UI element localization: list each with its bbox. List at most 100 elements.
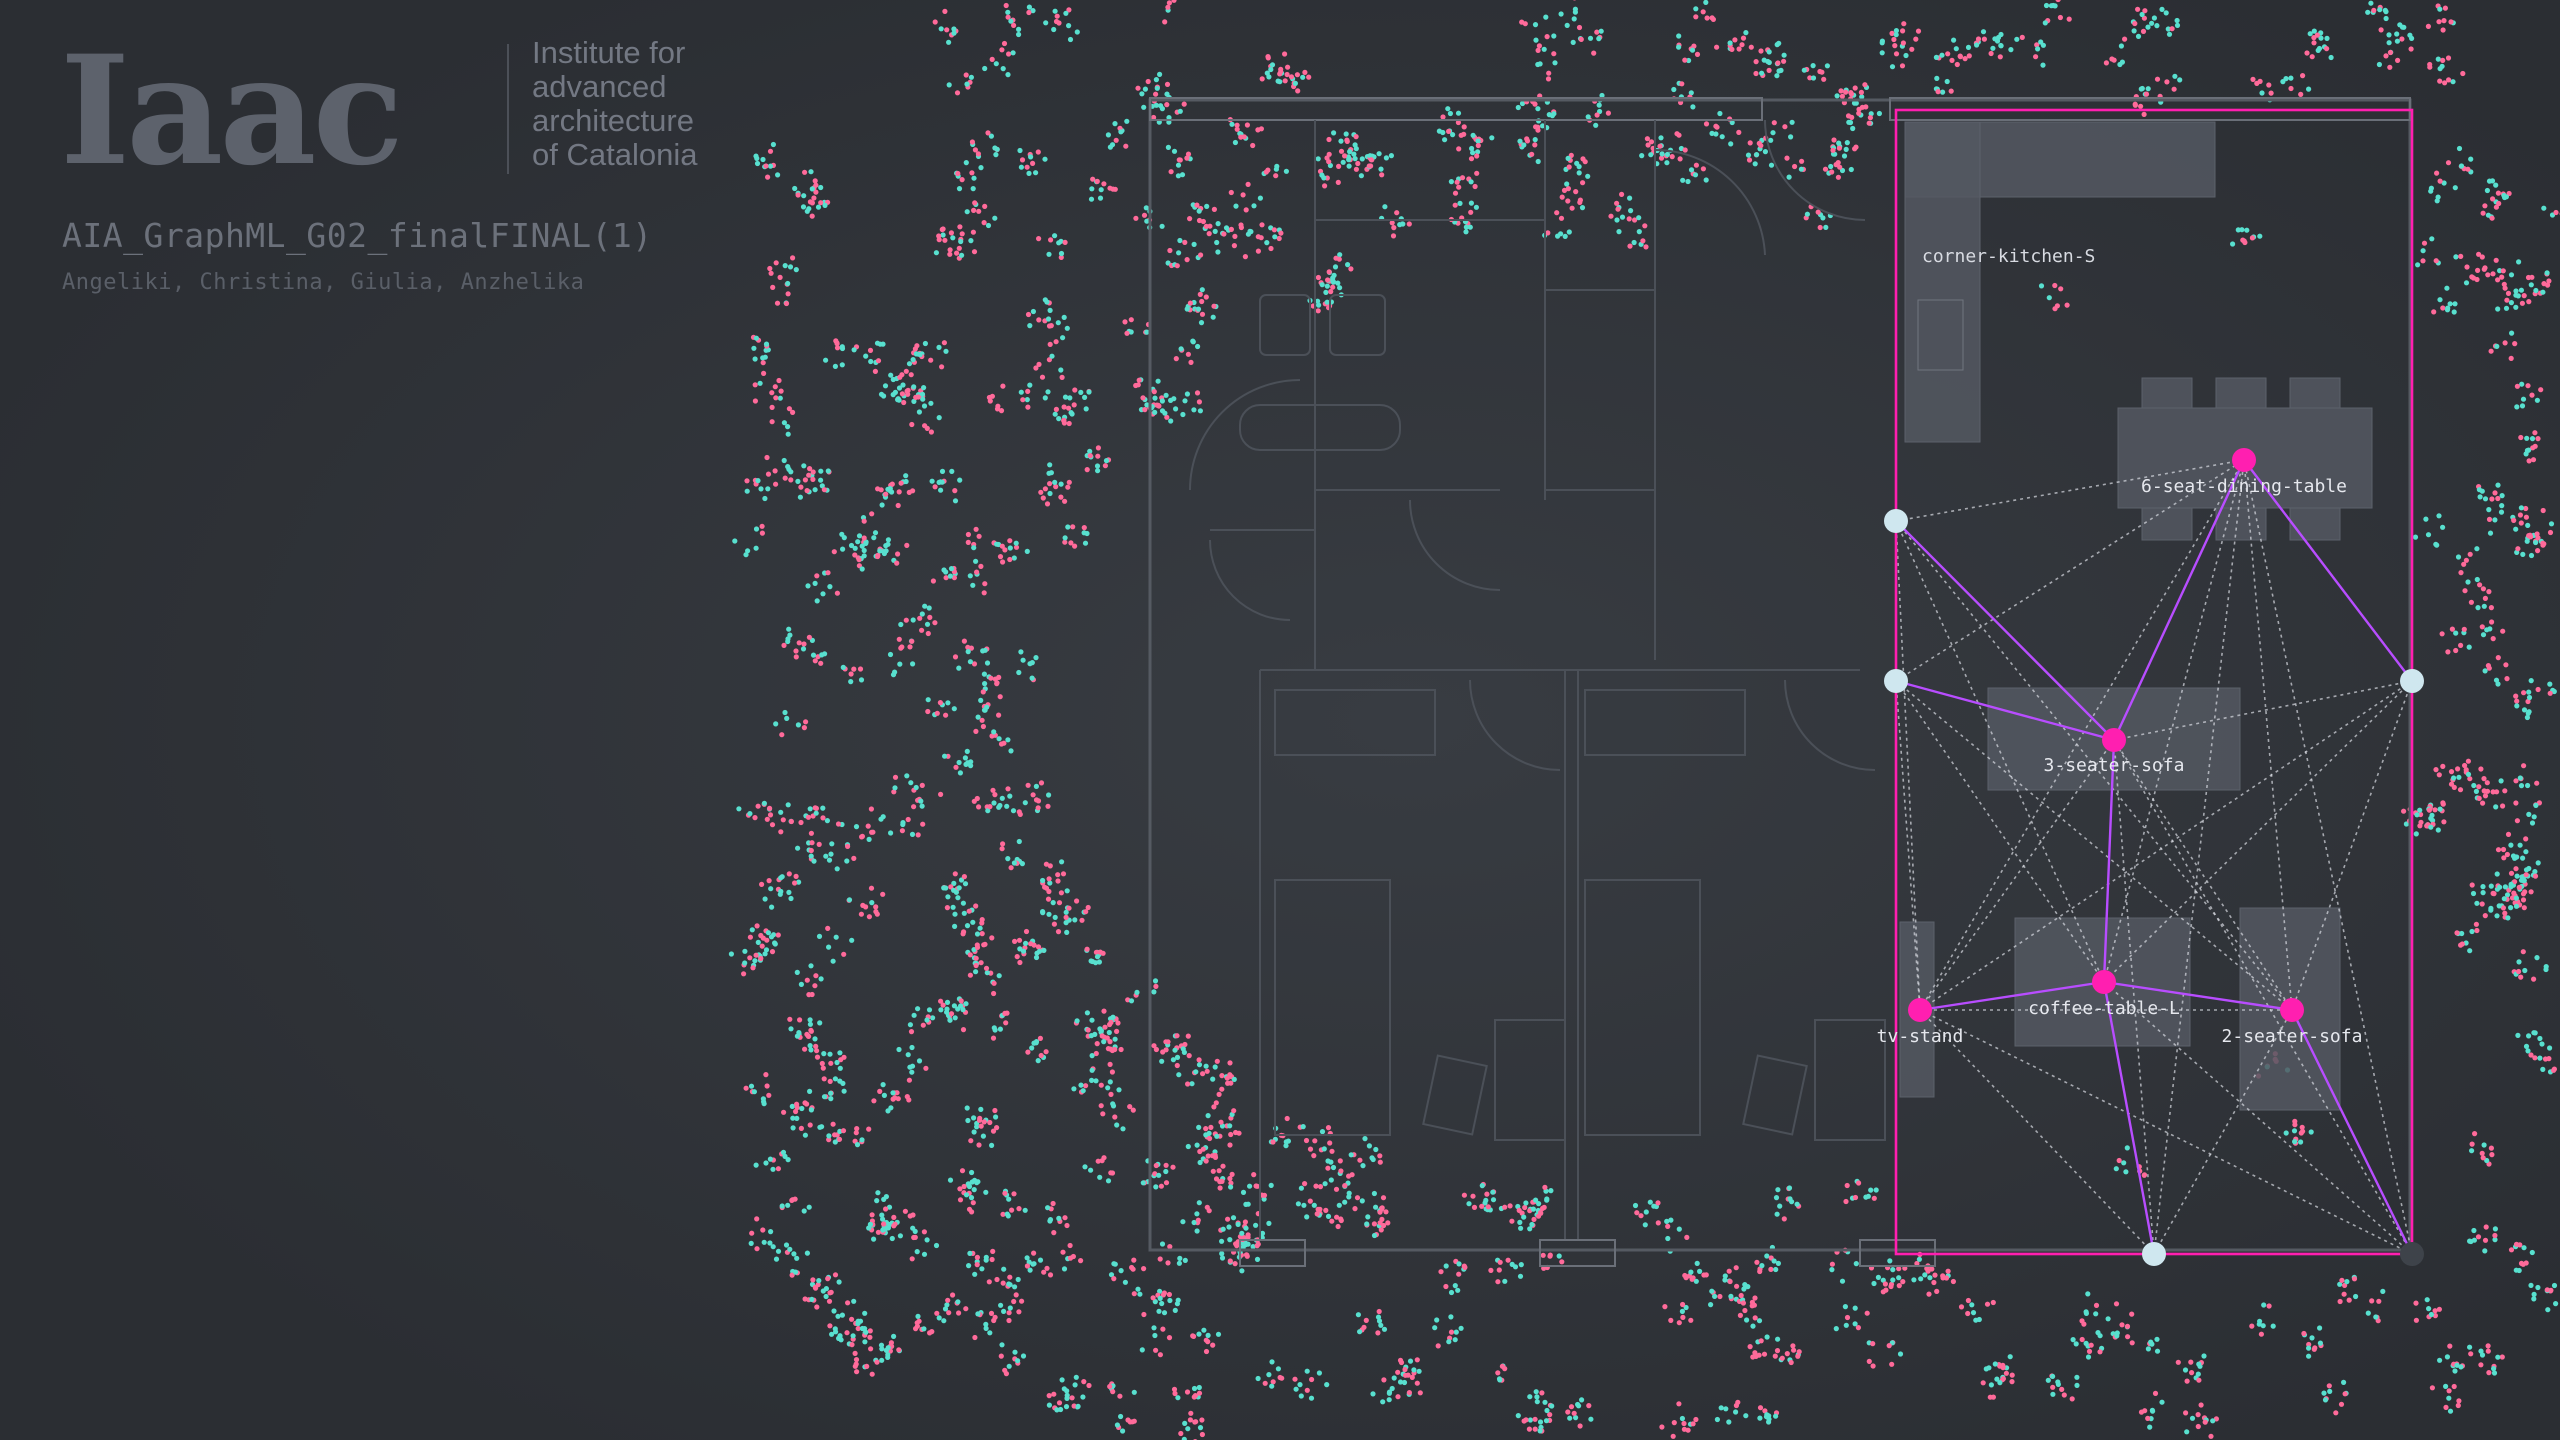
particle-dot — [2159, 6, 2165, 12]
particle-dot — [1052, 479, 1058, 485]
particle-dot — [844, 858, 850, 864]
particle-dot — [2495, 306, 2501, 312]
particle-dot — [2145, 1415, 2151, 1421]
particle-dot — [2469, 928, 2475, 935]
particle-dot — [764, 937, 770, 943]
particle-dot — [927, 614, 933, 621]
particle-dot — [864, 1363, 870, 1369]
particle-dot — [1325, 1165, 1331, 1171]
particle-dot — [969, 1209, 975, 1215]
particle-dot — [1323, 289, 1329, 295]
particle-dot — [2471, 1227, 2477, 1234]
particle-dot — [2528, 1282, 2534, 1288]
particle-dot — [752, 398, 759, 404]
particle-dot — [1745, 1284, 1751, 1290]
particle-dot — [759, 530, 766, 536]
particle-dot — [2124, 1323, 2131, 1329]
kitchen-counter-side — [1904, 121, 1981, 443]
particle-dot — [853, 1357, 860, 1363]
particle-dot — [2484, 788, 2491, 794]
particle-dot — [2147, 1424, 2153, 1430]
particle-dot — [1204, 1204, 1210, 1210]
particle-dot — [1295, 1201, 1301, 1207]
particle-dot — [2427, 61, 2433, 68]
particle-dot — [2512, 341, 2518, 347]
particle-dot — [1056, 1400, 1063, 1406]
particle-dot — [2326, 1383, 2332, 1389]
particle-dot — [1443, 1263, 1449, 1269]
particle-dot — [2495, 495, 2501, 502]
particle-dot — [1708, 1302, 1714, 1308]
particle-dot — [1452, 1337, 1458, 1343]
particle-dot — [817, 1020, 823, 1026]
particle-dot — [787, 1016, 793, 1022]
particle-dot — [825, 925, 831, 932]
particle-dot — [1452, 202, 1458, 208]
particle-dot — [840, 546, 846, 552]
particle-dot — [1185, 1081, 1191, 1087]
particle-dot — [2311, 40, 2317, 46]
particle-dot — [1362, 1136, 1368, 1142]
particle-dot — [1336, 1202, 1342, 1208]
particle-dot — [1456, 1271, 1462, 1277]
particle-dot — [1348, 266, 1354, 272]
particle-dot — [1873, 1187, 1879, 1193]
furniture-node-dining[interactable] — [2232, 448, 2256, 472]
particle-dot — [2454, 930, 2460, 936]
particle-dot — [1064, 1392, 1070, 1398]
furniture-node-coffee[interactable] — [2092, 970, 2116, 994]
particle-dot — [2307, 31, 2313, 37]
particle-dot — [1029, 1045, 1035, 1051]
particle-dot — [1078, 389, 1084, 395]
furniture-node-tv[interactable] — [1908, 998, 1932, 1022]
particle-dot — [982, 681, 988, 687]
particle-dot — [1120, 1428, 1126, 1434]
particle-dot — [1381, 1377, 1387, 1383]
particle-dot — [1901, 21, 1907, 27]
particle-dot — [1337, 1158, 1343, 1164]
particle-dot — [1398, 1359, 1405, 1366]
particle-dot — [889, 481, 895, 487]
particle-dot — [1390, 233, 1397, 239]
particle-dot — [2458, 253, 2464, 259]
particle-dot — [971, 1129, 977, 1135]
particle-dot — [1336, 163, 1342, 169]
particle-dot — [1215, 221, 1221, 227]
particle-dot — [823, 853, 829, 859]
particle-dot — [2529, 392, 2535, 398]
particle-dot — [989, 935, 995, 941]
particle-dot — [982, 647, 988, 653]
particle-dot — [1023, 940, 1029, 947]
particle-dot — [1839, 93, 1845, 99]
particle-dot — [2142, 8, 2148, 14]
particle-dot — [978, 960, 984, 966]
particle-dot — [1703, 121, 1710, 127]
particle-dot — [966, 908, 972, 914]
particle-dot — [786, 626, 792, 632]
particle-dot — [2141, 111, 2147, 117]
particle-dot — [1176, 1072, 1182, 1078]
particle-dot — [2061, 1392, 2067, 1398]
furniture-node-sofa3[interactable] — [2102, 728, 2126, 752]
particle-dot — [2513, 800, 2519, 806]
particle-dot — [1542, 1399, 1548, 1405]
particle-dot — [952, 654, 959, 660]
particle-dot — [2184, 1378, 2190, 1384]
particle-dot — [910, 1225, 916, 1231]
furniture-node-sofa2[interactable] — [2280, 998, 2304, 1022]
particle-dot — [1363, 1317, 1369, 1323]
particle-dot — [1230, 1215, 1237, 1221]
particle-dot — [827, 1078, 833, 1084]
particle-dot — [2525, 274, 2532, 281]
particle-dot — [1131, 1291, 1137, 1297]
particle-dot — [2510, 853, 2517, 859]
particle-dot — [959, 1168, 966, 1174]
particle-dot — [769, 404, 775, 410]
particle-dot — [981, 1119, 987, 1125]
particle-dot — [1796, 1349, 1802, 1355]
particle-dot — [1110, 1101, 1116, 1107]
particle-dot — [767, 805, 773, 812]
particle-dot — [2546, 1056, 2552, 1062]
particle-dot — [753, 952, 759, 958]
particle-dot — [2429, 1385, 2435, 1391]
